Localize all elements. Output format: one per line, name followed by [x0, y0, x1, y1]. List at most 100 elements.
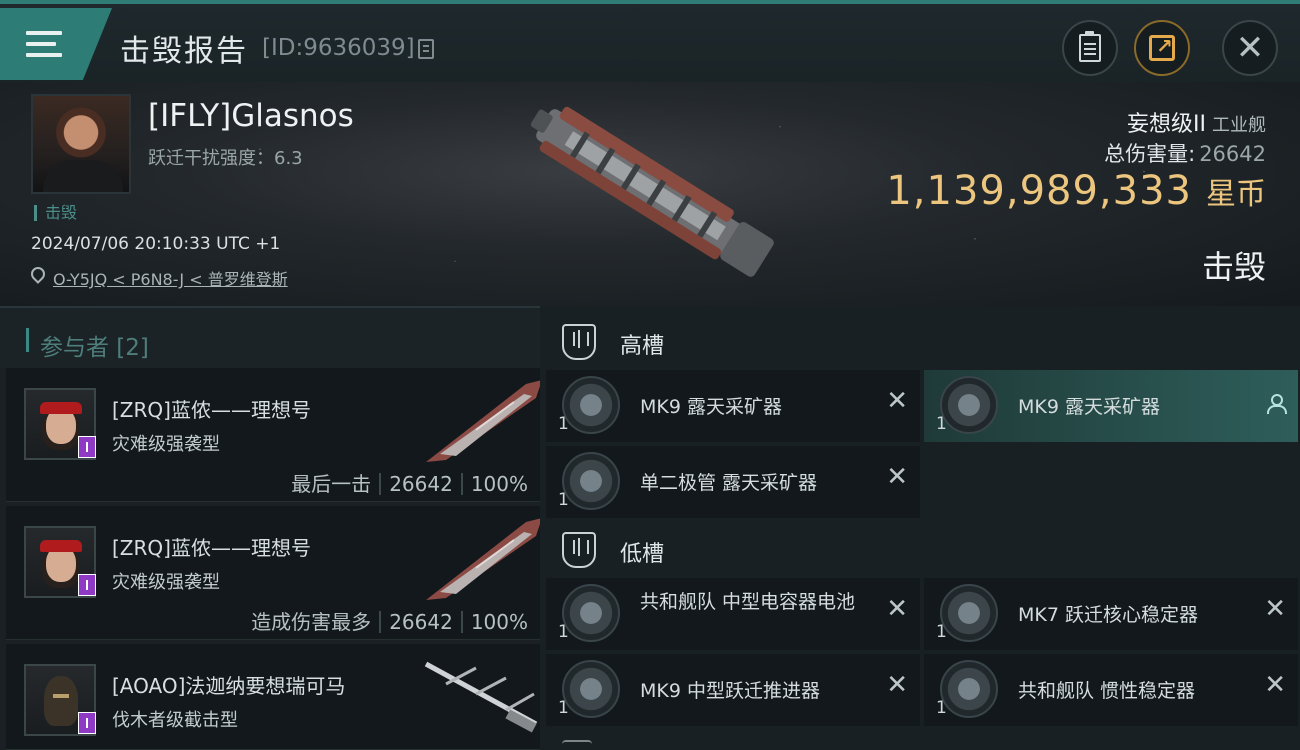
- menu-button[interactable]: [0, 8, 112, 80]
- share-icon: [1149, 34, 1175, 61]
- top-bar: 击毁报告 [ID:9636039] ✕: [0, 0, 1300, 82]
- module-item[interactable]: 1 共和舰队 惯性稳定器 ✕: [924, 654, 1298, 726]
- kill-result: 击毁: [1201, 248, 1266, 286]
- high-slot-icon: [562, 324, 596, 360]
- isk-value-row: 1,139,989,333 星币: [886, 168, 1266, 214]
- remove-icon[interactable]: ✕: [886, 464, 908, 490]
- module-item[interactable]: 1 单二极管 露天采矿器 ✕: [546, 446, 920, 518]
- participant-name[interactable]: [AOAO]法迦纳要想瑞可马: [112, 670, 345, 699]
- participant-card[interactable]: [ZRQ]蓝侬——理想号 灾难级强袭型 最后一击 26642 100%: [6, 368, 542, 502]
- total-damage-value: 26642: [1199, 142, 1266, 166]
- remove-icon[interactable]: ✕: [1264, 596, 1286, 622]
- fitting-panel: 高槽 1 MK9 露天采矿器 ✕ 1 MK9 露天采矿器 1 单二极管 露天采矿…: [540, 306, 1300, 750]
- total-damage: 总伤害量: 26642: [1104, 138, 1266, 168]
- kill-time: 2024/07/06 20:10:33 UTC +1: [31, 234, 281, 254]
- low-slot-icon: [562, 532, 596, 568]
- participant-card[interactable]: [AOAO]法迦纳要想瑞可马 伐木者级截击型: [6, 644, 540, 750]
- module-name: 共和舰队 中型电容器电池: [640, 591, 856, 613]
- module-item-selected[interactable]: 1 MK9 露天采矿器: [924, 370, 1298, 442]
- module-name: MK7 跃迁核心稳定器: [1018, 604, 1198, 626]
- mining-laser-icon: [562, 376, 620, 434]
- next-section-peek: [562, 740, 592, 750]
- participants-title: 参与者 [2]: [40, 335, 149, 361]
- afterburner-icon: [562, 660, 620, 718]
- inertial-stabilizer-icon: [940, 660, 998, 718]
- isk-unit: 星币: [1206, 177, 1266, 212]
- module-name: MK9 露天采矿器: [1018, 396, 1160, 418]
- low-slot-header: 低槽: [548, 518, 1288, 580]
- capacitor-battery-icon: [562, 584, 620, 642]
- copy-icon[interactable]: [418, 39, 434, 59]
- participant-ship: 伐木者级截击型: [112, 710, 238, 731]
- participant-percent: 100%: [470, 472, 528, 496]
- participant-ship-image: [426, 380, 542, 462]
- module-qty: 1: [558, 622, 569, 642]
- remove-icon[interactable]: ✕: [886, 672, 908, 698]
- participant-stats: 最后一击 26642 100%: [291, 468, 528, 497]
- participant-damage: 26642: [389, 472, 453, 496]
- ship-name[interactable]: 妄想级II: [1127, 112, 1206, 137]
- total-damage-label: 总伤害量:: [1104, 142, 1196, 166]
- clipboard-button[interactable]: [1062, 20, 1118, 76]
- module-item[interactable]: 1 共和舰队 中型电容器电池 ✕: [546, 578, 920, 650]
- participant-ship: 灾难级强袭型: [112, 572, 220, 593]
- module-qty: 1: [936, 622, 947, 642]
- warp-jam-value: 6.3: [274, 148, 303, 169]
- alliance-badge: [78, 712, 96, 734]
- low-slot-title: 低槽: [620, 542, 665, 567]
- warp-jam-label: 跃迁干扰强度：: [148, 148, 274, 169]
- ship-name-row: 妄想级II 工业舰: [1127, 106, 1266, 138]
- module-name: 共和舰队 惯性稳定器: [1018, 680, 1196, 702]
- participant-ship: 灾难级强袭型: [112, 434, 220, 455]
- victim-header: [IFLY]Glasnos 跃迁干扰强度：6.3 击毁 2024/07/06 2…: [0, 82, 1300, 306]
- module-qty: 1: [558, 490, 569, 510]
- report-id: [ID:9636039]: [262, 35, 415, 61]
- mining-laser-icon: [940, 376, 998, 434]
- module-qty: 1: [936, 414, 947, 434]
- clipboard-icon: [1079, 31, 1101, 62]
- share-button[interactable]: [1134, 20, 1190, 76]
- participant-ship-image: [426, 518, 542, 600]
- page-title: 击毁报告: [120, 34, 248, 69]
- participants-panel: 参与者 [2] [ZRQ]蓝侬——理想号 灾难级强袭型 最后一击 26642 100…: [0, 306, 542, 750]
- participant-damage: 26642: [389, 610, 453, 634]
- participant-ship-image: [424, 661, 538, 733]
- participant-role: 最后一击: [291, 472, 372, 496]
- participant-name[interactable]: [ZRQ]蓝侬——理想号: [112, 532, 311, 561]
- module-name: MK9 露天采矿器: [640, 396, 782, 418]
- module-item[interactable]: 1 MK9 露天采矿器 ✕: [546, 370, 920, 442]
- warp-jam-strength: 跃迁干扰强度：6.3: [148, 144, 303, 170]
- kill-status-tag: 击毁: [34, 205, 77, 221]
- warp-core-stabilizer-icon: [940, 584, 998, 642]
- victim-ship-image[interactable]: [510, 102, 790, 292]
- module-qty: 1: [558, 414, 569, 434]
- alliance-badge: [78, 436, 96, 458]
- module-qty: 1: [558, 698, 569, 718]
- person-icon[interactable]: [1266, 394, 1287, 414]
- mining-laser-icon: [562, 452, 620, 510]
- menu-icon: [26, 31, 62, 57]
- module-name: 单二极管 露天采矿器: [640, 472, 818, 494]
- module-item[interactable]: 1 MK9 中型跃迁推进器 ✕: [546, 654, 920, 726]
- high-slot-title: 高槽: [620, 334, 665, 359]
- ship-class: 工业舰: [1212, 115, 1266, 136]
- remove-icon[interactable]: ✕: [886, 596, 908, 622]
- alliance-badge: [78, 574, 96, 596]
- high-slot-header: 高槽: [548, 310, 1288, 372]
- kill-location-link[interactable]: O-Y5JQ < P6N8-J < 普罗维登斯: [53, 266, 288, 290]
- participant-stats: 造成伤害最多 26642 100%: [251, 606, 528, 635]
- remove-icon[interactable]: ✕: [1264, 672, 1286, 698]
- victim-name[interactable]: [IFLY]Glasnos: [148, 98, 354, 134]
- participant-name[interactable]: [ZRQ]蓝侬——理想号: [112, 394, 311, 423]
- remove-icon[interactable]: ✕: [886, 388, 908, 414]
- participant-card[interactable]: [ZRQ]蓝侬——理想号 灾难级强袭型 造成伤害最多 26642 100%: [6, 506, 542, 640]
- participant-role: 造成伤害最多: [251, 610, 372, 634]
- isk-value: 1,139,989,333: [886, 168, 1192, 214]
- module-name: MK9 中型跃迁推进器: [640, 680, 820, 702]
- close-button[interactable]: ✕: [1222, 20, 1278, 76]
- victim-portrait[interactable]: [31, 94, 131, 194]
- module-qty: 1: [936, 698, 947, 718]
- participant-percent: 100%: [470, 610, 528, 634]
- close-icon: ✕: [1235, 28, 1265, 68]
- module-item[interactable]: 1 MK7 跃迁核心稳定器 ✕: [924, 578, 1298, 650]
